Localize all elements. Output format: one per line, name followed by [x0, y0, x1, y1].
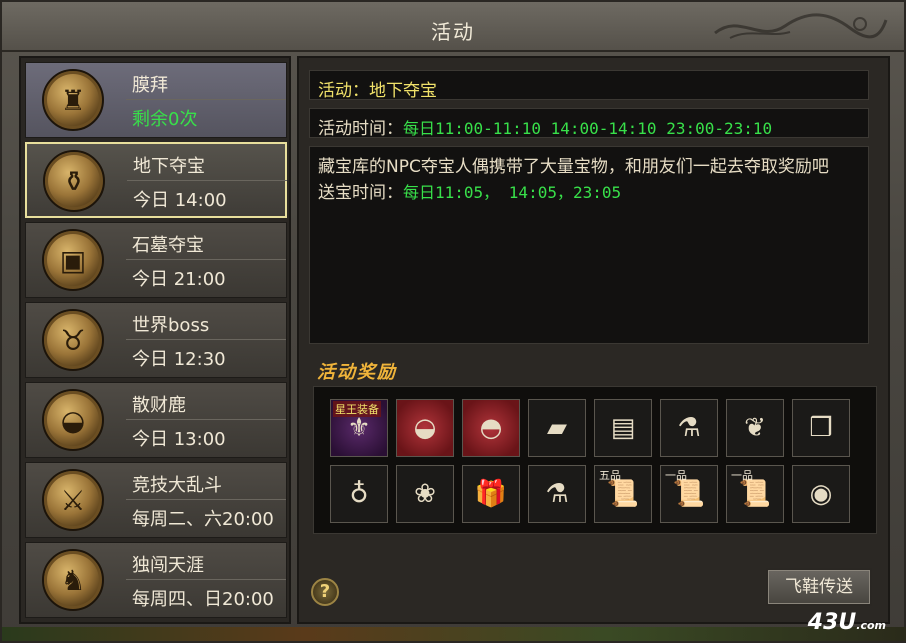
- send-time-line: 送宝时间：每日11:05， 14:05，23:05: [318, 180, 860, 206]
- activity-item-time: 今日 14:00: [133, 190, 227, 211]
- activity-item-name: 世界boss: [132, 315, 210, 336]
- reward-slot[interactable]: ❦: [726, 399, 784, 457]
- skill-book-icon: ▤: [610, 413, 636, 443]
- reward-grade-tag: 一品: [665, 469, 687, 482]
- reward-slot[interactable]: ◓: [462, 399, 520, 457]
- crossed-swords-icon: ⚔: [42, 469, 104, 531]
- reward-grade-tag: 五品: [599, 469, 621, 482]
- reward-title: 活动奖励: [317, 362, 397, 383]
- activity-item-time: 今日 13:00: [132, 429, 226, 450]
- time-label: 活动时间：: [318, 119, 403, 139]
- dragon-ornament-icon: [714, 13, 888, 39]
- activity-name: 地下夺宝: [369, 81, 437, 101]
- activity-item[interactable]: ♉ 世界boss 今日 12:30: [25, 302, 287, 378]
- activity-item[interactable]: ♜ 膜拜剩余0次: [25, 62, 287, 138]
- gold-ingot-icon: ◒: [413, 413, 437, 443]
- red-money-bag-icon: ❀: [414, 479, 436, 509]
- item-divider: [126, 499, 286, 500]
- treasure-chest-icon: ▣: [42, 229, 104, 291]
- activity-time-bar: 活动时间：每日11:00-11:10 14:00-14:10 23:00-23:…: [309, 108, 869, 139]
- activity-item-name: 石墓夺宝: [132, 235, 204, 256]
- activity-detail: 活动：地下夺宝 活动时间：每日11:00-11:10 14:00-14:10 2…: [297, 56, 890, 624]
- scroll-icon: 📜: [672, 479, 706, 509]
- background-strip: [2, 627, 906, 641]
- reward-grid: ⚜ 星王装备 ◒ ◓ ▰ ▤ ⚗ ❦ ❒ ♁ ❀ 🎁 ⚗ 📜 五品 📜 一品 📜 一品 ◉: [330, 399, 860, 523]
- warrior-figure-icon: ♞: [42, 549, 104, 611]
- watermark-logo: 43U.com: [808, 610, 886, 635]
- activity-item-time: 今日 21:00: [132, 269, 226, 290]
- red-ribbon-icon: ❦: [744, 413, 766, 443]
- activity-item-time: 每周四、日20:00: [132, 589, 274, 610]
- reward-slot[interactable]: ⚜ 星王装备: [330, 399, 388, 457]
- activity-item-name: 独闯天涯: [132, 555, 204, 576]
- activity-item-time: 剩余0次: [132, 109, 198, 130]
- send-label: 送宝时间：: [318, 183, 403, 203]
- activity-item[interactable]: ♞ 独闯天涯每周四、日20:00: [25, 542, 287, 618]
- reward-slot[interactable]: 📜 一品: [726, 465, 784, 523]
- item-divider: [126, 419, 286, 420]
- jade-orb-icon: ◉: [809, 479, 833, 509]
- item-divider: [127, 180, 287, 181]
- reward-slot[interactable]: ♁: [330, 465, 388, 523]
- description-text: 藏宝库的NPC夺宝人偶携带了大量宝物，和朋友们一起去夺取奖励吧: [318, 157, 829, 177]
- red-gift-box-icon: 🎁: [474, 479, 508, 509]
- activity-item-name: 膜拜: [132, 75, 168, 96]
- reward-slot[interactable]: ❒: [792, 399, 850, 457]
- gourd-icon: ♁: [349, 479, 369, 509]
- gold-bar-icon: ▰: [547, 413, 567, 443]
- activity-item[interactable]: ⚔ 竞技大乱斗每周二、六20:00: [25, 462, 287, 538]
- activity-list: ♜ 膜拜剩余0次 ⚱ 地下夺宝今日 14:00 ▣ 石墓夺宝今日 21:00 ♉ 世界boss…: [19, 56, 291, 624]
- reward-slot[interactable]: ⚗: [528, 465, 586, 523]
- warrior-statue-icon: ♜: [42, 69, 104, 131]
- reward-slot[interactable]: ◉: [792, 465, 850, 523]
- activity-name-bar: 活动：地下夺宝: [309, 70, 869, 101]
- teleport-button[interactable]: 飞鞋传送: [766, 568, 872, 606]
- reward-box: ⚜ 星王装备 ◒ ◓ ▰ ▤ ⚗ ❦ ❒ ♁ ❀ 🎁 ⚗ 📜 五品 📜 一品 📜 一品 ◉: [313, 386, 877, 534]
- scroll-icon: 📜: [606, 479, 640, 509]
- help-button[interactable]: ?: [311, 578, 339, 606]
- reward-slot[interactable]: ❀: [396, 465, 454, 523]
- item-divider: [126, 99, 286, 100]
- gold-ingot-icon: ◒: [42, 389, 104, 451]
- reward-grade-tag: 一品: [731, 469, 753, 482]
- reward-slot[interactable]: 🎁: [462, 465, 520, 523]
- reward-slot[interactable]: ⚗: [660, 399, 718, 457]
- activity-label: 活动：: [318, 81, 369, 101]
- activity-window: 活动 ♜ 膜拜剩余0次 ⚱ 地下夺宝今日 14:00 ▣ 石墓夺宝今日 21:00 ♉ 世界b…: [0, 0, 906, 643]
- reward-slot[interactable]: 📜 五品: [594, 465, 652, 523]
- item-divider: [126, 339, 286, 340]
- activity-item[interactable]: ▣ 石墓夺宝今日 21:00: [25, 222, 287, 298]
- item-divider: [126, 579, 286, 580]
- bull-demon-icon: ♉: [42, 309, 104, 371]
- blue-potion-icon: ⚗: [677, 413, 701, 443]
- silver-ingot-icon: ◓: [479, 413, 503, 443]
- activity-item-time: 每周二、六20:00: [132, 509, 274, 530]
- activity-item-name: 竞技大乱斗: [132, 475, 222, 496]
- activity-item-name: 散财鹿: [132, 395, 186, 416]
- activity-item-time: 今日 12:30: [132, 349, 226, 370]
- activity-item[interactable]: ⚱ 地下夺宝今日 14:00: [25, 142, 287, 218]
- gift-box-icon: ❒: [809, 413, 833, 443]
- scroll-icon: 📜: [738, 479, 772, 509]
- activity-item-name: 地下夺宝: [133, 156, 205, 177]
- item-divider: [126, 259, 286, 260]
- title-bar: 活动: [2, 2, 904, 52]
- activity-item[interactable]: ◒ 散财鹿今日 13:00: [25, 382, 287, 458]
- time-value: 每日11:00-11:10 14:00-14:10 23:00-23:10: [403, 119, 773, 138]
- watermark-main: 43U: [807, 610, 857, 635]
- description-box: 藏宝库的NPC夺宝人偶携带了大量宝物，和朋友们一起去夺取奖励吧 送宝时间：每日1…: [309, 146, 869, 344]
- send-value: 每日11:05， 14:05，23:05: [403, 183, 622, 202]
- reward-slot[interactable]: ▤: [594, 399, 652, 457]
- watermark-sub: .com: [856, 619, 886, 632]
- treasure-pile-icon: ⚱: [43, 150, 105, 212]
- reward-slot[interactable]: ◒: [396, 399, 454, 457]
- reward-slot[interactable]: ▰: [528, 399, 586, 457]
- reward-grade-tag: 星王装备: [333, 401, 381, 417]
- reward-slot[interactable]: 📜 一品: [660, 465, 718, 523]
- green-potion-icon: ⚗: [545, 479, 569, 509]
- star-king-equipment-icon: ⚜: [347, 413, 371, 443]
